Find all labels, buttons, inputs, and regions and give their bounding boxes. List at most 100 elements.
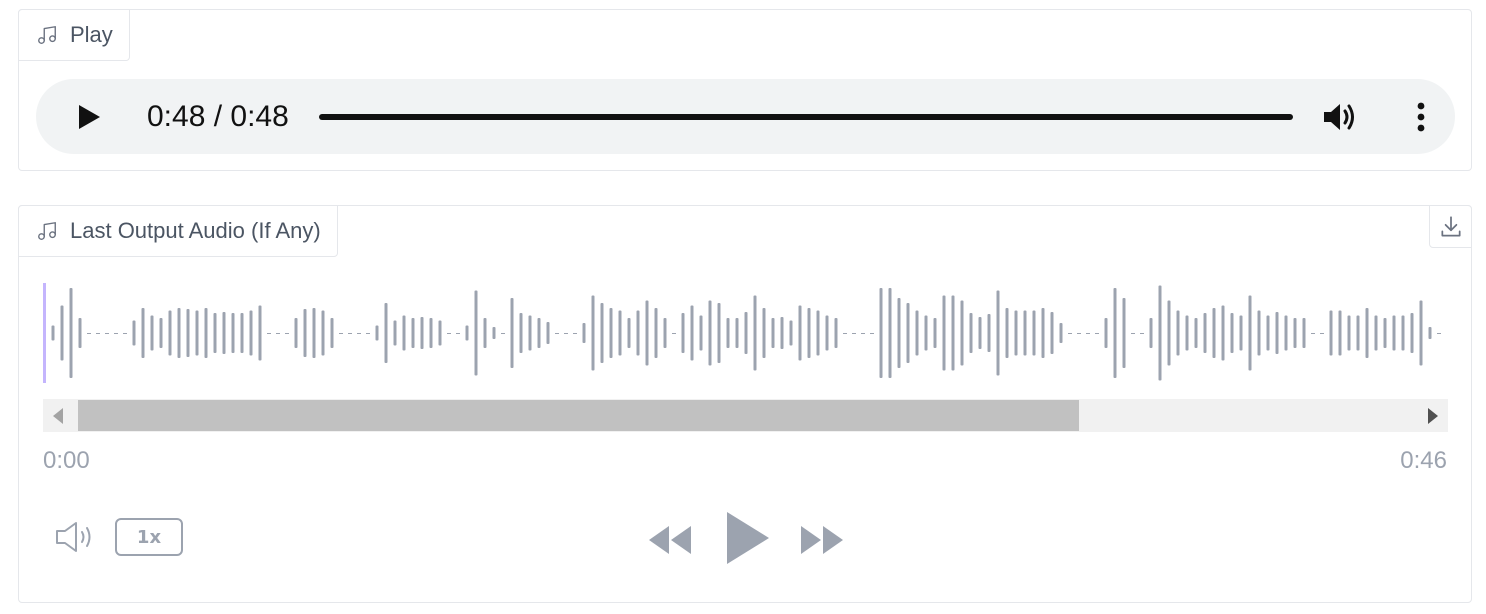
waveform-silence (339, 333, 343, 334)
waveform-bar (789, 320, 793, 346)
waveform-bar (1122, 298, 1126, 368)
scroll-right-arrow-icon[interactable] (1428, 408, 1438, 424)
waveform-bar (1104, 318, 1108, 348)
waveform-bar (978, 317, 982, 349)
waveform-bar (1410, 313, 1414, 353)
volume-icon[interactable] (54, 519, 96, 555)
waveform-bar (933, 318, 937, 348)
waveform-bar (1158, 285, 1162, 381)
waveform-bar (924, 315, 928, 351)
waveform-bar (321, 310, 325, 356)
audio-time-display: 0:48 / 0:48 (147, 100, 289, 133)
more-options-icon[interactable] (1411, 101, 1431, 133)
waveform-bar (825, 315, 829, 351)
waveform-bar (1032, 310, 1036, 356)
waveform-bar (636, 310, 640, 356)
play-icon[interactable] (76, 103, 102, 131)
waveform-bar (663, 318, 667, 348)
waveform-bar (1284, 315, 1288, 351)
waveform-bar (780, 317, 784, 349)
waveform-bar (1419, 300, 1423, 366)
waveform-bar (735, 318, 739, 348)
waveform-bar (1059, 323, 1063, 343)
waveform-bar (510, 298, 514, 368)
waveform-bar (483, 318, 487, 348)
scroll-left-arrow-icon[interactable] (53, 408, 63, 424)
waveform-bar (231, 313, 235, 353)
waveform-silence (870, 333, 874, 334)
play-audio-label-text: Play (70, 22, 113, 47)
waveform-silence (1437, 333, 1441, 334)
waveform-silence (357, 333, 361, 334)
waveform-bar (294, 318, 298, 348)
waveform-bar (1356, 315, 1360, 351)
waveform-bar (195, 310, 199, 356)
waveform-bar (168, 310, 172, 356)
waveform-bar (996, 290, 1000, 376)
waveform-bar (1023, 310, 1027, 356)
waveform-bar (582, 323, 586, 343)
waveform-silence (456, 333, 460, 334)
play-icon[interactable] (723, 510, 771, 566)
playback-rate-button[interactable]: 1x (115, 518, 183, 556)
waveform-silence (1095, 333, 1099, 334)
waveform-silence (1140, 333, 1144, 334)
waveform-bar (1329, 310, 1333, 356)
waveform-silence (447, 333, 451, 334)
scrollbar-thumb[interactable] (78, 400, 1079, 431)
skip-backward-icon[interactable] (647, 524, 693, 556)
waveform-bar (654, 308, 658, 358)
waveform-bar (690, 305, 694, 361)
waveform-bar (1392, 315, 1396, 351)
waveform-bar (942, 295, 946, 371)
waveform-bar (420, 317, 424, 349)
waveform-bar (528, 315, 532, 351)
waveform-bar (834, 318, 838, 348)
waveform-silence (114, 333, 118, 334)
play-audio-label: Play (18, 9, 130, 61)
skip-forward-icon[interactable] (799, 524, 845, 556)
waveform-bar (1428, 327, 1432, 339)
waveform[interactable] (43, 278, 1449, 388)
waveform-scrollbar[interactable] (43, 399, 1448, 432)
output-audio-label-text: Last Output Audio (If Any) (70, 218, 321, 243)
waveform-silence (1311, 333, 1315, 334)
waveform-bar (726, 318, 730, 348)
music-note-icon (38, 26, 56, 44)
waveform-bar (438, 320, 442, 346)
waveform-bar (222, 312, 226, 354)
waveform-bar (591, 295, 595, 371)
music-note-icon (38, 222, 56, 240)
output-audio-panel: Last Output Audio (If Any) 0:00 0:46 1x (18, 205, 1472, 603)
waveform-bar (132, 320, 136, 346)
audio-progress-track[interactable] (319, 114, 1293, 120)
waveform-bar (681, 313, 685, 353)
waveform-silence (87, 333, 91, 334)
waveform-bar (411, 318, 415, 348)
waveform-silence (852, 333, 856, 334)
waveform-bar (240, 313, 244, 353)
waveform-bar (258, 305, 262, 361)
waveform-bar (1113, 288, 1117, 378)
waveform-bar (51, 325, 55, 341)
waveform-bar (1212, 308, 1216, 358)
waveform-bar (960, 300, 964, 366)
waveform-bar (1050, 312, 1054, 354)
waveform-silence (105, 333, 109, 334)
waveform-bar (1248, 295, 1252, 371)
waveform-bar (951, 295, 955, 371)
waveform-bar (1347, 315, 1351, 351)
waveform-bar (213, 313, 217, 353)
waveform-bar (330, 318, 334, 348)
volume-icon[interactable] (1322, 101, 1358, 133)
waveform-bar (879, 288, 883, 378)
download-button[interactable] (1429, 205, 1472, 248)
waveform-bar (141, 308, 145, 358)
waveform-bar (1239, 315, 1243, 351)
waveform-silence (348, 333, 352, 334)
waveform-bar (708, 300, 712, 366)
waveform-silence (276, 333, 280, 334)
waveform-bar (906, 303, 910, 363)
waveform-bar (1203, 313, 1207, 353)
play-audio-panel: Play 0:48 / 0:48 (18, 9, 1472, 171)
